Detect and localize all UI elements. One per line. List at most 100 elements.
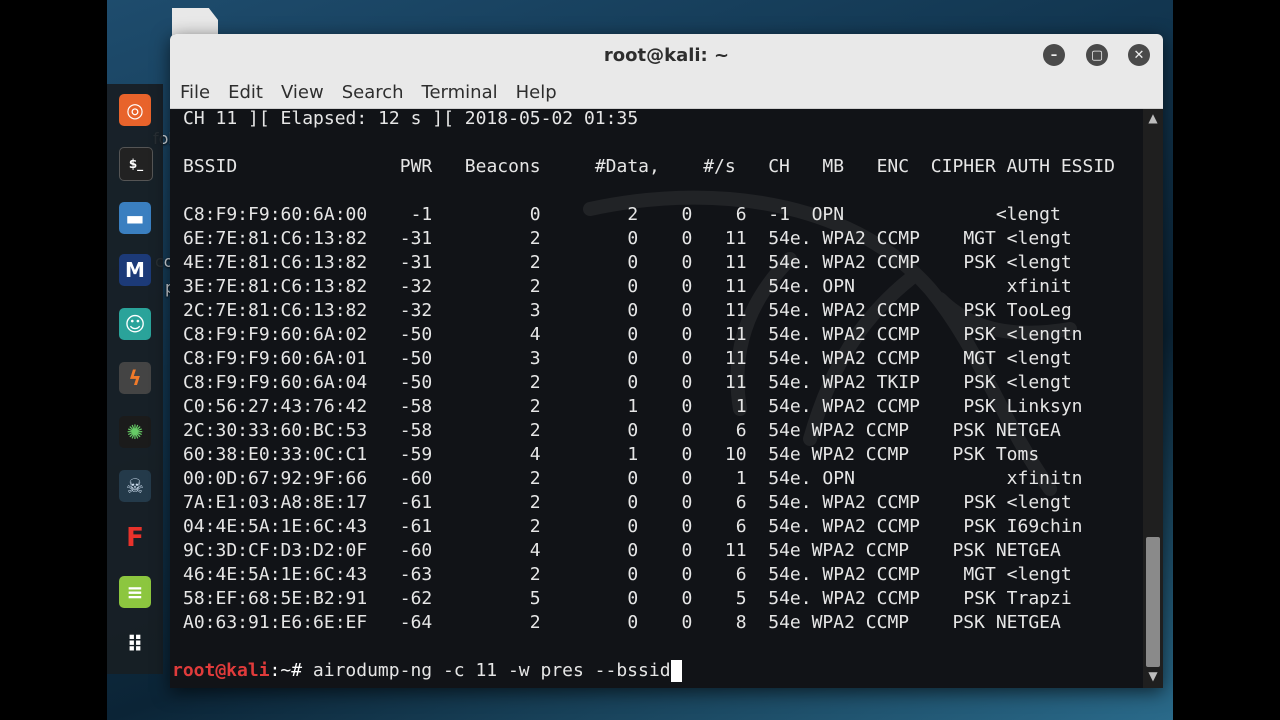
table-cell: A0:63:91:E6:6E:EF <box>183 612 389 633</box>
table-row: 58:EF:68:5E:B2:91 -62 5 0 0 5 54e. WPA2 … <box>183 587 1072 611</box>
table-cell: CCMP <box>865 252 942 273</box>
table-cell: CCMP <box>865 588 942 609</box>
table-cell: TooLeg <box>995 300 1072 321</box>
table-cell: -50 <box>388 324 433 345</box>
faraday-icon[interactable]: F <box>119 522 151 554</box>
terminal-icon[interactable]: $_ <box>119 147 153 181</box>
table-cell: CCMP <box>865 300 942 321</box>
table-cell: -31 <box>388 252 433 273</box>
table-cell: -32 <box>388 300 433 321</box>
table-cell: 0 <box>638 276 693 297</box>
table-cell: 54e. <box>746 228 812 249</box>
table-cell: CCMP <box>865 564 942 585</box>
menu-search[interactable]: Search <box>342 82 404 103</box>
menu-bar: File Edit View Search Terminal Help <box>170 76 1163 109</box>
menu-file[interactable]: File <box>180 82 210 103</box>
table-cell: <lengt <box>995 348 1072 369</box>
table-cell: 2 <box>432 396 541 417</box>
show-applications-icon[interactable]: ⠿ <box>119 629 151 661</box>
table-cell: 0 <box>638 420 693 441</box>
table-cell: 0 <box>540 540 639 561</box>
terminal-output[interactable]: CH 11 ][ Elapsed: 12 s ][ 2018-05-02 01:… <box>170 109 1143 688</box>
table-cell: <lengt <box>995 564 1072 585</box>
table-cell: 11 <box>692 372 747 393</box>
metasploit-icon[interactable]: M <box>119 254 151 286</box>
maximize-icon[interactable]: ▢ <box>1086 44 1108 66</box>
scrollbar-thumb[interactable] <box>1146 537 1160 667</box>
table-cell: NETGEA <box>984 540 1061 561</box>
menu-view[interactable]: View <box>281 82 324 103</box>
table-row: C8:F9:F9:60:6A:04 -50 2 0 0 11 54e. WPA2… <box>183 371 1072 395</box>
column-header: CIPHER <box>919 156 996 177</box>
firefox-icon[interactable]: ◎ <box>119 94 151 126</box>
table-cell: 1 <box>692 396 747 417</box>
table-cell: 2C:7E:81:C6:13:82 <box>183 300 389 321</box>
menu-edit[interactable]: Edit <box>228 82 263 103</box>
burpsuite-icon[interactable]: ϟ <box>119 362 151 394</box>
scroll-up-icon[interactable]: ▲ <box>1143 111 1163 125</box>
minimize-icon[interactable]: – <box>1043 44 1065 66</box>
table-cell: 54e <box>746 444 801 465</box>
table-cell: -60 <box>388 468 433 489</box>
close-icon[interactable]: ✕ <box>1128 44 1150 66</box>
table-cell: WPA2 <box>811 252 866 273</box>
table-cell: <lengt <box>984 204 1061 225</box>
table-cell: 2 <box>432 492 541 513</box>
table-cell: 0 <box>638 396 693 417</box>
window-titlebar[interactable]: root@kali: ~ – ▢ ✕ <box>170 34 1163 76</box>
table-cell: 0 <box>540 276 639 297</box>
table-cell: 0 <box>638 516 693 537</box>
table-cell: C8:F9:F9:60:6A:02 <box>183 324 389 345</box>
table-cell: WPA2 <box>800 444 855 465</box>
table-row: 3E:7E:81:C6:13:82 -32 2 0 0 11 54e. OPN … <box>183 275 1072 299</box>
table-cell: CCMP <box>854 612 931 633</box>
menu-help[interactable]: Help <box>516 82 557 103</box>
table-cell: CCMP <box>865 492 942 513</box>
table-row: 6E:7E:81:C6:13:82 -31 2 0 0 11 54e. WPA2… <box>183 227 1072 251</box>
column-header: #Data, <box>551 156 693 177</box>
prompt-user-host: root@kali <box>172 660 270 681</box>
table-cell: 6 <box>692 204 747 225</box>
table-cell: 0 <box>540 588 639 609</box>
table-cell: 0 <box>432 204 541 225</box>
table-cell: -60 <box>388 540 433 561</box>
table-cell: <lengt <box>995 372 1072 393</box>
table-cell: -58 <box>388 420 433 441</box>
table-cell: 0 <box>638 588 693 609</box>
table-cell: WPA2 <box>811 300 866 321</box>
terminal-scrollbar[interactable]: ▲ ▼ <box>1143 109 1163 688</box>
table-cell: PSK <box>941 300 996 321</box>
table-cell: 11 <box>692 276 747 297</box>
column-header: CH <box>746 156 801 177</box>
table-cell: 54e <box>746 420 801 441</box>
armitage-icon[interactable]: ☺ <box>119 308 151 340</box>
table-cell: 0 <box>638 348 693 369</box>
column-header: ESSID <box>1050 156 1116 177</box>
files-icon[interactable]: ▬ <box>119 202 151 234</box>
table-cell: 46:4E:5A:1E:6C:43 <box>183 564 389 585</box>
table-cell <box>855 203 931 227</box>
menu-terminal[interactable]: Terminal <box>422 82 498 103</box>
table-cell: -59 <box>388 444 433 465</box>
command-input[interactable]: airodump-ng -c 11 -w pres --bssid <box>313 660 671 681</box>
table-cell: 0 <box>638 228 693 249</box>
scroll-down-icon[interactable]: ▼ <box>1143 669 1163 683</box>
table-cell: MGT <box>941 348 996 369</box>
table-row: 2C:7E:81:C6:13:82 -32 3 0 0 11 54e. WPA2… <box>183 299 1072 323</box>
table-cell: 58:EF:68:5E:B2:91 <box>183 588 389 609</box>
table-cell: WPA2 <box>811 492 866 513</box>
table-cell: WPA2 <box>811 324 866 345</box>
table-cell: 54e. <box>746 468 812 489</box>
table-cell: 54e. <box>746 372 812 393</box>
table-cell: 0 <box>540 564 639 585</box>
maltego-icon[interactable]: ✺ <box>119 416 151 448</box>
table-cell: 00:0D:67:92:9F:66 <box>183 468 389 489</box>
table-cell: 0 <box>540 372 639 393</box>
beef-icon[interactable]: ☠ <box>119 470 151 502</box>
table-cell: Trapzi <box>995 588 1072 609</box>
notes-icon[interactable]: ≡ <box>119 576 151 608</box>
table-cell: 6 <box>692 564 747 585</box>
table-cell: PSK <box>930 420 985 441</box>
table-cell: 54e <box>746 612 801 633</box>
table-cell: CCMP <box>865 324 942 345</box>
